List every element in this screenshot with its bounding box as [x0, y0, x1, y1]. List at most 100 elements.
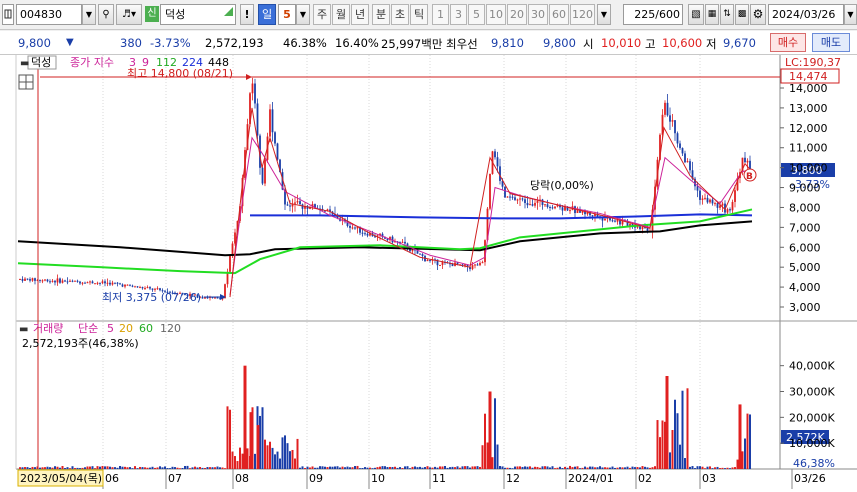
x-axis-label: 07: [168, 472, 182, 485]
candle-body: [276, 143, 279, 160]
candle-body: [76, 280, 79, 282]
candle-body: [34, 278, 36, 281]
interval-20[interactable]: 20: [507, 4, 527, 25]
tab-monthly[interactable]: 월: [332, 4, 350, 25]
tab-tick[interactable]: 틱: [410, 4, 428, 25]
candle-body: [481, 262, 484, 264]
volume-bar: [616, 467, 619, 469]
range-field[interactable]: 225/600: [623, 4, 683, 25]
candle-body: [156, 288, 159, 290]
tab-yearly[interactable]: 년: [351, 4, 369, 25]
code-dropdown-icon[interactable]: ▼: [82, 4, 96, 25]
candle-body: [439, 264, 441, 266]
interval-3[interactable]: 3: [450, 4, 467, 25]
volume-collapse-icon[interactable]: ▬: [19, 324, 28, 335]
volume-bar: [146, 467, 149, 469]
sound-icon[interactable]: ♬▾: [116, 4, 142, 25]
tab-minute[interactable]: 분: [372, 4, 390, 25]
candle-body: [146, 287, 149, 289]
search-icon[interactable]: ⚲: [98, 4, 114, 25]
volume-bar: [611, 466, 614, 469]
volume-bar: [364, 467, 366, 469]
low-price: 9,670: [723, 36, 756, 50]
sell-button[interactable]: 매도: [812, 33, 850, 52]
volume-bar: [339, 467, 341, 469]
volume-bar: [576, 466, 579, 469]
date-field[interactable]: 2024/03/26: [768, 4, 844, 25]
interval-1[interactable]: 1: [432, 4, 449, 25]
volume-bar: [384, 466, 386, 469]
volume-bar: [436, 467, 439, 469]
candle-body: [681, 148, 684, 154]
period-count[interactable]: 5: [278, 4, 296, 25]
volume-bar: [389, 466, 391, 469]
candle-body: [674, 120, 676, 134]
code-input[interactable]: 004830: [16, 4, 82, 25]
menu-icon[interactable]: [2, 4, 14, 25]
volume-bar: [94, 468, 96, 469]
save-icon[interactable]: ▩: [735, 4, 749, 25]
interval-10[interactable]: 10: [486, 4, 506, 25]
compare-icon[interactable]: ⇅: [720, 4, 734, 25]
volume-bar: [524, 466, 526, 469]
volume-bar: [536, 466, 539, 469]
volume-bar: [39, 467, 41, 469]
interval-30[interactable]: 30: [528, 4, 548, 25]
interval-dropdown-icon[interactable]: ▼: [597, 4, 611, 25]
volume-bar: [321, 466, 324, 469]
buy-button[interactable]: 매수: [770, 33, 806, 52]
grid-icon[interactable]: ▦: [705, 4, 719, 25]
volume-bar: [106, 466, 109, 469]
candle-body: [129, 284, 131, 286]
chart-type-icon[interactable]: ▧: [688, 4, 704, 25]
candle-body: [121, 284, 124, 287]
interval-5[interactable]: 5: [468, 4, 485, 25]
stock-name-tag-text: 덕성: [31, 56, 51, 69]
volume-bar: [589, 466, 591, 469]
volume-bar: [584, 466, 586, 469]
volume-bar: [241, 453, 244, 469]
volume-bar: [239, 447, 241, 469]
volume-bar: [61, 466, 64, 469]
volume-bar: [171, 466, 174, 469]
volume-bar: [271, 447, 274, 469]
volume-bar: [99, 466, 101, 469]
tab-second[interactable]: 초: [391, 4, 409, 25]
volume-bar: [554, 468, 556, 469]
volume-bar: [181, 467, 184, 469]
panel-collapse-icon[interactable]: ▬: [20, 58, 29, 69]
volume-bar: [369, 467, 371, 469]
volume-bar: [736, 459, 739, 469]
candle-body: [141, 287, 144, 289]
volume-bar: [19, 467, 21, 469]
interval-60[interactable]: 60: [549, 4, 569, 25]
volume-bar: [71, 466, 74, 469]
candle-body: [709, 199, 711, 203]
volume-bar: [361, 468, 364, 469]
gear-icon[interactable]: ⚙: [750, 4, 766, 25]
stock-chart[interactable]: 덕성 ▬ 종가 지수 3 9 112 224 448 최고 14,800 (08…: [0, 55, 857, 489]
volume-bar: [456, 466, 459, 469]
volume-bar: [546, 466, 549, 469]
volume-bar: [64, 468, 66, 469]
candle-body: [99, 282, 101, 284]
volume-bar: [459, 467, 461, 469]
volume-bar: [349, 467, 351, 469]
alert-button[interactable]: !: [240, 4, 254, 25]
candle-body: [271, 109, 274, 133]
candle-body: [81, 282, 84, 284]
tab-weekly[interactable]: 주: [313, 4, 331, 25]
chart-area[interactable]: 덕성 ▬ 종가 지수 3 9 112 224 448 최고 14,800 (08…: [0, 55, 857, 489]
candle-body: [349, 225, 351, 228]
volume-bar: [119, 465, 121, 469]
interval-120[interactable]: 120: [570, 4, 595, 25]
date-dropdown-icon[interactable]: ▼: [844, 4, 857, 25]
candle-body: [426, 260, 429, 262]
volume-bar: [476, 466, 479, 469]
volume-bar: [684, 458, 686, 469]
candle-body: [216, 297, 219, 299]
candle-body: [74, 280, 76, 282]
tab-daily[interactable]: 일: [258, 4, 276, 25]
candle-body: [224, 284, 226, 299]
period-dropdown-icon[interactable]: ▼: [296, 4, 310, 25]
